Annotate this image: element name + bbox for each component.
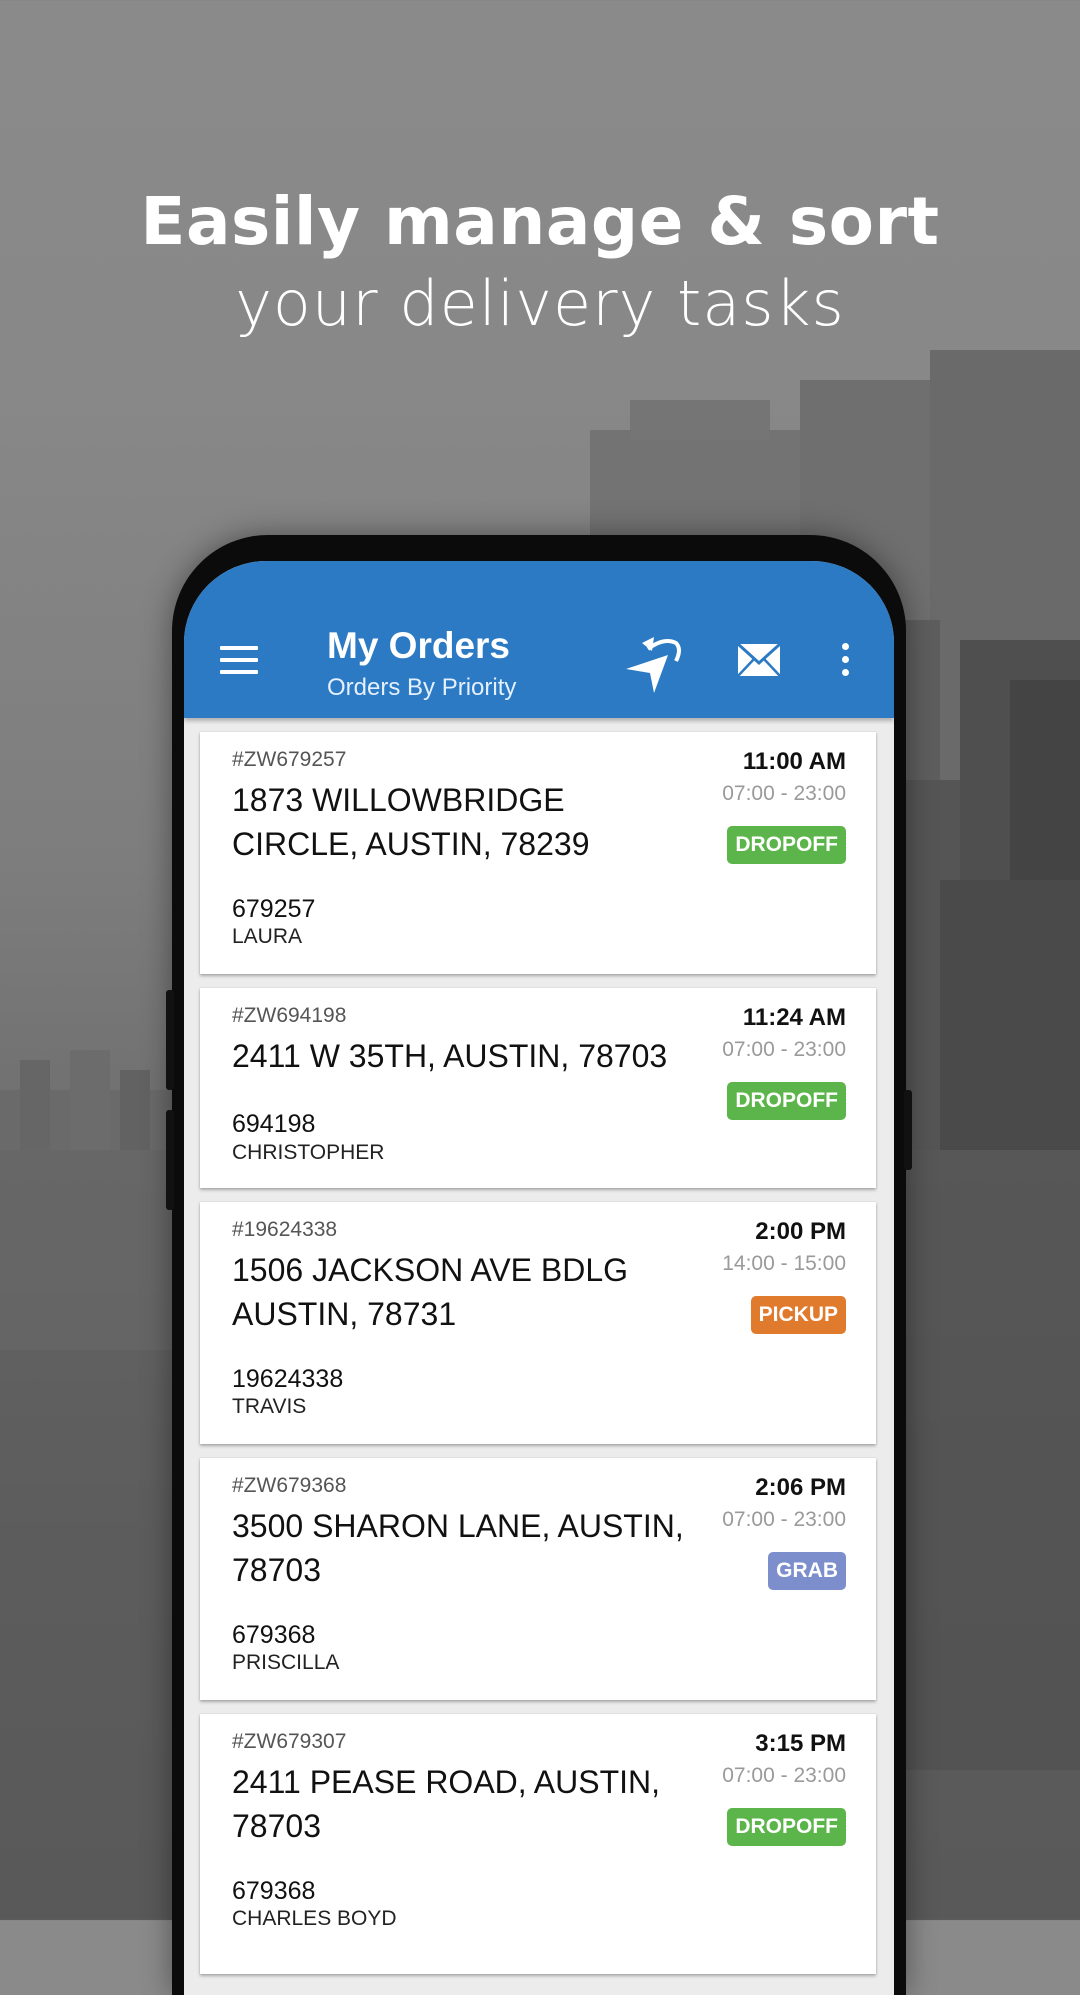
order-address: 2411 PEASE ROAD, AUSTIN, 78703 <box>232 1764 661 1844</box>
page-title: My Orders <box>327 625 511 666</box>
menu-icon[interactable] <box>220 646 258 674</box>
order-number: 19624338 <box>232 1365 344 1393</box>
order-id: #ZW694198 <box>232 1004 347 1027</box>
order-number: 679368 <box>232 1621 316 1649</box>
time-window: 07:00 - 23:00 <box>722 782 846 805</box>
order-id: #ZW679307 <box>232 1730 347 1753</box>
phone-side-button <box>166 1110 174 1210</box>
headline-line-1: Easily manage & sort <box>140 183 940 260</box>
order-card[interactable]: #ZW679307 2411 PEASE ROAD, AUSTIN, 78703 6… <box>200 1714 876 1974</box>
phone-screen: My Orders Orders By Priority #ZW679257 18… <box>184 561 894 1995</box>
order-card[interactable]: #19624338 1506 JACKSON AVE BDLG AUSTIN, 7… <box>200 1202 876 1444</box>
time-window: 07:00 - 23:00 <box>722 1508 846 1531</box>
order-number: 679257 <box>232 895 316 923</box>
customer-name: PRISCILLA <box>232 1651 340 1674</box>
mail-icon[interactable] <box>737 643 781 677</box>
order-number: 694198 <box>232 1110 316 1138</box>
navigation-arrow-icon[interactable] <box>624 631 684 695</box>
phone-side-button <box>904 1090 912 1170</box>
order-address: 3500 SHARON LANE, AUSTIN, 78703 <box>232 1508 684 1588</box>
app-toolbar: My Orders Orders By Priority <box>184 561 894 718</box>
customer-name: TRAVIS <box>232 1395 307 1418</box>
order-time: 11:00 AM <box>742 748 846 775</box>
order-type-badge: DROPOFF <box>727 1082 846 1120</box>
phone-side-button <box>166 990 174 1090</box>
more-vert-icon[interactable] <box>842 643 852 679</box>
order-card[interactable]: #ZW679368 3500 SHARON LANE, AUSTIN, 78703… <box>200 1458 876 1700</box>
phone-frame: My Orders Orders By Priority #ZW679257 18… <box>166 535 912 1995</box>
order-time: 2:00 PM <box>755 1218 846 1245</box>
order-type-badge: DROPOFF <box>727 826 846 864</box>
order-type-badge: PICKUP <box>750 1296 846 1334</box>
order-address: 2411 W 35TH, AUSTIN, 78703 <box>232 1038 668 1074</box>
order-number: 679368 <box>232 1877 316 1905</box>
time-window: 07:00 - 23:00 <box>722 1764 846 1787</box>
order-address: 1506 JACKSON AVE BDLG AUSTIN, 78731 <box>232 1252 629 1332</box>
time-window: 14:00 - 15:00 <box>722 1252 846 1275</box>
customer-name: CHRISTOPHER <box>232 1141 385 1164</box>
customer-name: CHARLES BOYD <box>232 1907 397 1930</box>
order-id: #19624338 <box>232 1218 338 1241</box>
order-time: 3:15 PM <box>755 1730 846 1757</box>
order-address: 1873 WILLOWBRIDGE CIRCLE, AUSTIN, 78239 <box>232 782 590 862</box>
headline-line-2: your delivery tasks <box>235 267 845 340</box>
order-type-badge: DROPOFF <box>727 1808 846 1846</box>
time-window: 07:00 - 23:00 <box>722 1038 846 1061</box>
order-id: #ZW679257 <box>232 748 347 771</box>
customer-name: LAURA <box>232 925 303 948</box>
promo-headline: Easily manage & sort your delivery tasks <box>0 180 1080 344</box>
order-card[interactable]: #ZW694198 2411 W 35TH, AUSTIN, 78703 69419… <box>200 988 876 1188</box>
order-id: #ZW679368 <box>232 1474 347 1497</box>
order-time: 2:06 PM <box>755 1474 846 1501</box>
order-card[interactable]: #ZW679257 1873 WILLOWBRIDGE CIRCLE, AUSTI… <box>200 732 876 974</box>
page-subtitle[interactable]: Orders By Priority <box>327 674 516 702</box>
order-type-badge: GRAB <box>768 1552 846 1590</box>
order-time: 11:24 AM <box>742 1004 846 1031</box>
